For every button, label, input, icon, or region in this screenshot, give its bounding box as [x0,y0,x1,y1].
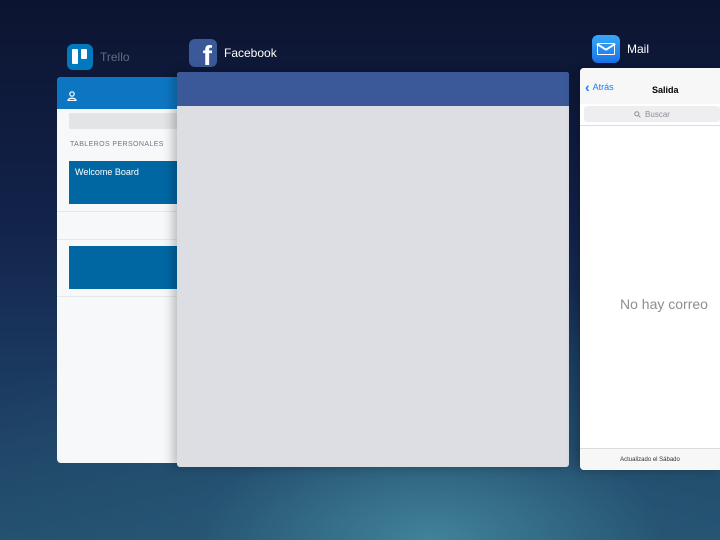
search-placeholder: Buscar [645,109,670,119]
facebook-app-name: Facebook [224,46,277,60]
chevron-left-icon: ‹ [585,78,590,95]
facebook-header [177,72,569,106]
app-label-trello[interactable]: Trello [67,44,130,70]
app-label-mail[interactable]: Mail [592,35,649,63]
mail-app-icon[interactable] [592,35,620,63]
search-icon [634,110,641,118]
app-card-facebook[interactable] [177,72,569,467]
empty-state-message: No hay correo [620,296,708,312]
trello-app-icon[interactable] [67,44,93,70]
mail-nav-bar: ‹ Atrás Salida [580,68,720,104]
board-name: Welcome Board [75,167,139,177]
app-label-facebook[interactable]: f Facebook [189,39,277,67]
mail-status-footer: Actualizado el Sábado [580,448,720,470]
mailbox-title: Salida [652,85,679,95]
divider [580,125,720,126]
trello-app-name: Trello [100,50,130,64]
user-icon[interactable] [67,91,77,101]
back-label: Atrás [592,82,614,92]
mail-app-name: Mail [627,42,650,56]
status-text: Actualizado el Sábado [620,457,680,463]
facebook-app-icon[interactable]: f [189,39,217,67]
app-card-mail[interactable]: ‹ Atrás Salida Buscar No hay correo Actu… [580,68,720,470]
back-button[interactable]: ‹ Atrás [585,78,614,95]
mail-search-input[interactable]: Buscar [584,106,720,122]
